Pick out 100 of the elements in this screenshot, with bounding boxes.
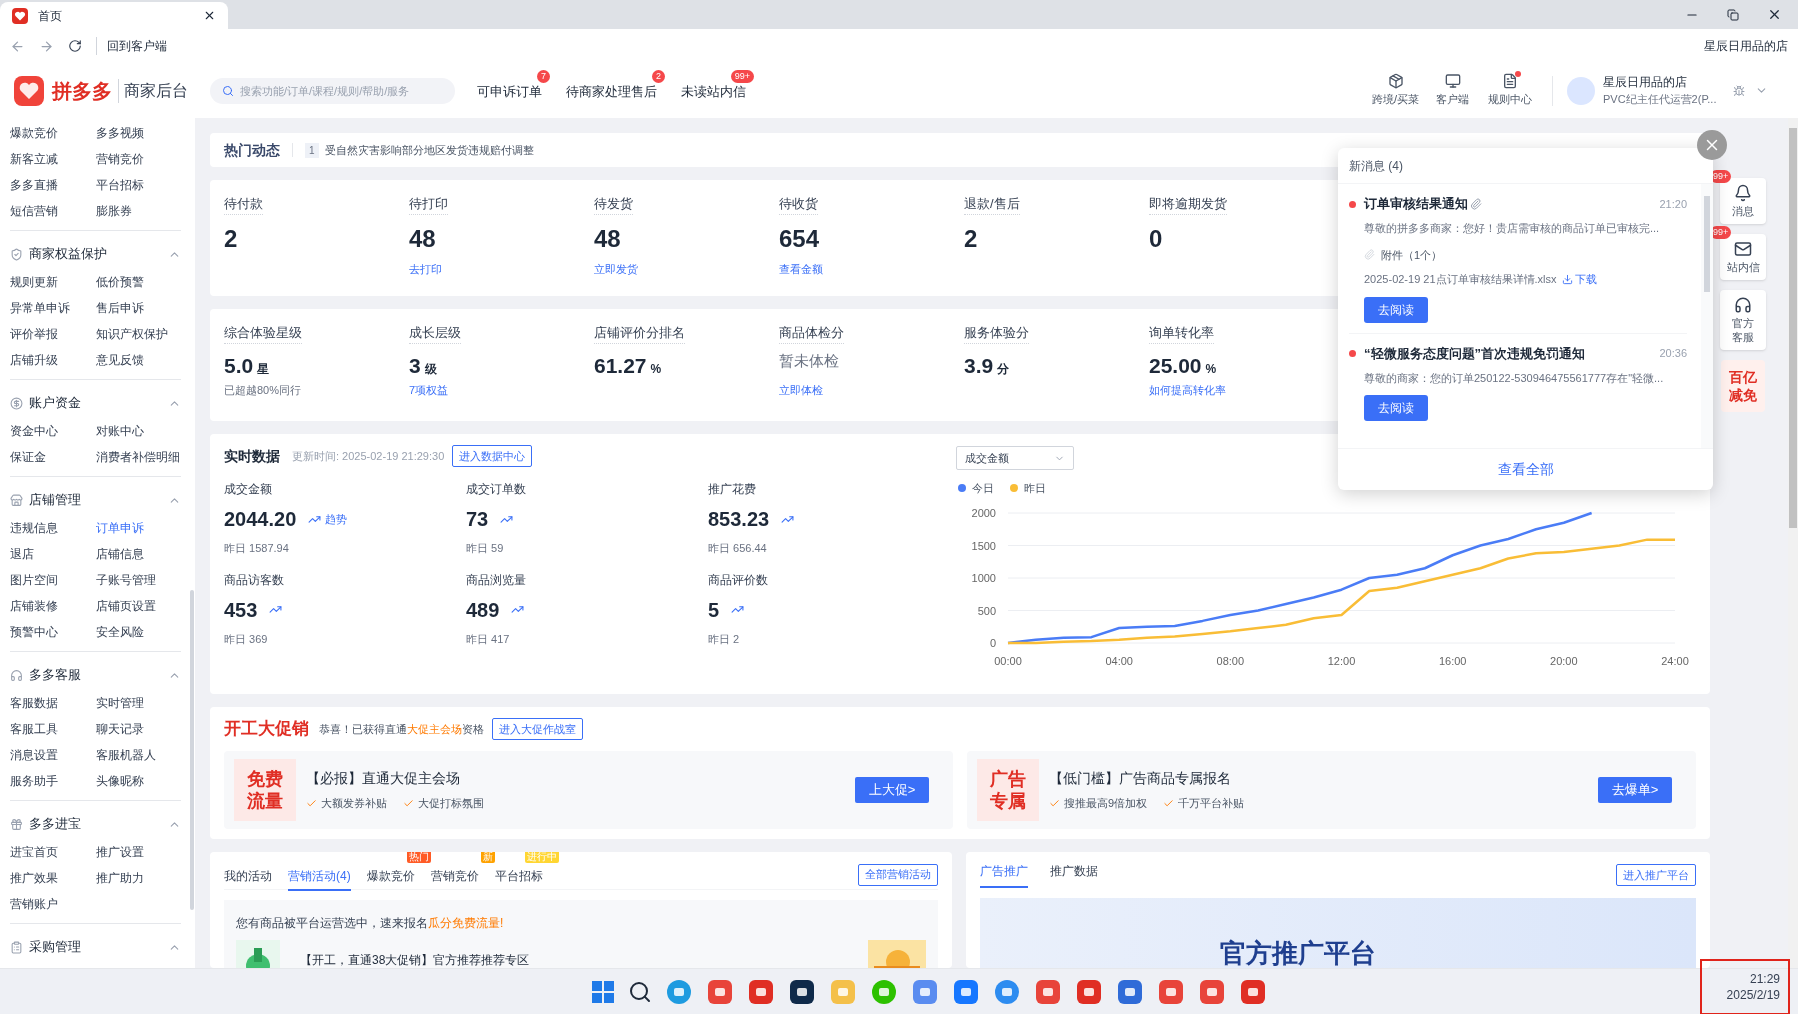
- sidebar-item[interactable]: 评价举报: [10, 325, 58, 343]
- close-icon[interactable]: [1767, 7, 1782, 22]
- activity-item[interactable]: 【开工，直通38大促销】官方推荐推荐专区: [300, 951, 530, 968]
- sidebar-item[interactable]: 异常单申诉: [10, 299, 70, 317]
- read-button[interactable]: 去阅读: [1364, 395, 1428, 421]
- stat-value[interactable]: 48: [409, 220, 436, 257]
- sidebar-item[interactable]: 进宝首页: [10, 843, 58, 861]
- stat-link[interactable]: 立即发货: [594, 260, 638, 277]
- read-button[interactable]: 去阅读: [1364, 296, 1428, 323]
- metric-dropdown[interactable]: 成交金额: [956, 446, 1074, 470]
- section-title[interactable]: 多多客服: [29, 665, 81, 685]
- section-title[interactable]: 商家权益保护: [29, 244, 107, 264]
- promo-button[interactable]: 上大促>: [855, 777, 929, 803]
- tab[interactable]: 营销活动(4): [288, 868, 351, 891]
- stat-value[interactable]: 2: [964, 220, 978, 257]
- war-room-button[interactable]: 进入大促作战室: [492, 718, 583, 740]
- header-link[interactable]: 待商家处理售后: [566, 83, 657, 99]
- windows-logo-icon[interactable]: [591, 979, 615, 1004]
- trend-icon[interactable]: [269, 603, 283, 616]
- sidebar-item[interactable]: 对账中心: [95, 422, 144, 440]
- monitor-icon[interactable]: [1444, 73, 1461, 90]
- side-tool-button[interactable]: 消息: [1720, 178, 1766, 224]
- sidebar-item[interactable]: 意见反馈: [95, 351, 144, 369]
- sidebar-item[interactable]: 客服机器人: [95, 746, 156, 764]
- document-icon[interactable]: [1501, 73, 1518, 90]
- sidebar-item[interactable]: 短信营销: [10, 202, 58, 220]
- stat-link[interactable]: 去打印: [409, 260, 442, 277]
- sidebar-item[interactable]: 推广助力: [95, 869, 144, 887]
- search-icon[interactable]: [628, 979, 652, 1004]
- message-title[interactable]: 订单审核结果通知: [1364, 194, 1468, 214]
- section-title[interactable]: 店铺管理: [29, 490, 81, 510]
- side-tool-button[interactable]: 站内信: [1720, 234, 1766, 280]
- tab[interactable]: 推广数据: [1050, 862, 1098, 888]
- sidebar-item[interactable]: 新客立减: [10, 150, 58, 168]
- sidebar-item[interactable]: 售后申诉: [95, 299, 144, 317]
- sidebar-item[interactable]: 违规信息: [10, 519, 58, 537]
- tab[interactable]: 爆款竞价: [366, 868, 415, 891]
- app-icon[interactable]: [788, 977, 816, 1006]
- sidebar-item[interactable]: 推广设置: [95, 843, 144, 861]
- browser-tab[interactable]: 首页: [0, 2, 228, 29]
- sidebar-item[interactable]: 客服工具: [10, 720, 58, 738]
- sidebar-item[interactable]: 营销账户: [10, 895, 58, 913]
- sidebar-item[interactable]: 客服数据: [10, 694, 58, 712]
- sidebar-item[interactable]: 知识产权保护: [95, 325, 168, 343]
- message-title[interactable]: “轻微服务态度问题”首次违规免罚通知: [1364, 343, 1585, 364]
- tool-label[interactable]: 规则中心: [1487, 91, 1532, 108]
- section-title[interactable]: 多多进宝: [29, 814, 81, 834]
- data-center-button[interactable]: 进入数据中心: [452, 445, 533, 467]
- section-title[interactable]: 账户资金: [29, 393, 81, 413]
- sidebar-item[interactable]: 多多直播: [10, 176, 58, 194]
- reload-icon[interactable]: [68, 39, 82, 53]
- sidebar-item[interactable]: 消费者补偿明细: [95, 448, 180, 466]
- back-to-client-link[interactable]: 回到客户端: [96, 37, 167, 55]
- all-activities-button[interactable]: 全部营销活动: [858, 863, 938, 886]
- news-link[interactable]: 受自然灾害影响部分地区发货违规赔付调整: [324, 141, 534, 159]
- tab[interactable]: 广告推广: [980, 862, 1028, 888]
- sidebar-item[interactable]: 推广效果: [10, 869, 58, 887]
- restore-icon[interactable]: [1727, 8, 1739, 21]
- stat-link[interactable]: 查看金额: [779, 260, 823, 277]
- sidebar-item[interactable]: 平台招标: [95, 176, 144, 194]
- sidebar-item[interactable]: 规则更新: [10, 273, 58, 291]
- package-icon[interactable]: [1387, 73, 1404, 90]
- section-title[interactable]: 采购管理: [29, 937, 81, 957]
- trend-link[interactable]: 趋势: [325, 510, 348, 528]
- sidebar-item[interactable]: 消息设置: [10, 746, 58, 764]
- sidebar-item[interactable]: 营销竞价: [95, 150, 144, 168]
- sidebar-item[interactable]: 图片空间: [10, 571, 58, 589]
- sidebar-item[interactable]: 头像昵称: [95, 772, 144, 790]
- header-link[interactable]: 未读站内信: [681, 83, 746, 99]
- download-link[interactable]: 下载: [1574, 271, 1597, 288]
- sidebar-item[interactable]: 店铺装修: [10, 597, 58, 615]
- tab[interactable]: 平台招标: [494, 868, 543, 891]
- sidebar-item[interactable]: 安全风险: [95, 623, 144, 641]
- ads-platform-button[interactable]: 进入推广平台: [1616, 864, 1696, 886]
- promo-button[interactable]: 去爆单>: [1598, 777, 1672, 803]
- sidebar-item[interactable]: 爆款竞价: [10, 124, 58, 142]
- sidebar-item[interactable]: 聊天记录: [95, 720, 144, 738]
- stat-value[interactable]: 0: [1149, 220, 1163, 257]
- stat-value[interactable]: 654: [779, 220, 820, 257]
- close-tab-icon[interactable]: [203, 9, 216, 22]
- sidebar-item[interactable]: 子账号管理: [95, 571, 156, 589]
- sidebar-item[interactable]: 店铺页设置: [95, 597, 156, 615]
- trend-icon[interactable]: [511, 603, 525, 616]
- side-promo-button[interactable]: 百亿 减免: [1721, 360, 1765, 412]
- sidebar-item[interactable]: 实时管理: [95, 694, 144, 712]
- sidebar-item[interactable]: 资金中心: [10, 422, 58, 440]
- search-field[interactable]: 搜索功能/订单/课程/规则/帮助/服务: [210, 77, 455, 104]
- tool-label[interactable]: 跨境/买菜: [1371, 91, 1420, 108]
- bug-icon[interactable]: [1733, 84, 1745, 97]
- metric-link[interactable]: 如何提高转化率: [1149, 381, 1226, 398]
- stat-value[interactable]: 48: [594, 220, 621, 257]
- view-all-link[interactable]: 查看全部: [1497, 459, 1554, 480]
- metric-link[interactable]: 立即体检: [779, 381, 823, 398]
- metric-link[interactable]: 7项权益: [409, 381, 449, 398]
- trend-icon[interactable]: [731, 603, 745, 616]
- header-link[interactable]: 可申诉订单: [477, 83, 542, 99]
- sidebar-item[interactable]: 退店: [10, 545, 34, 563]
- tab[interactable]: 我的活动: [224, 868, 272, 891]
- tab[interactable]: 营销竞价: [430, 868, 479, 891]
- stat-value[interactable]: 2: [224, 220, 238, 257]
